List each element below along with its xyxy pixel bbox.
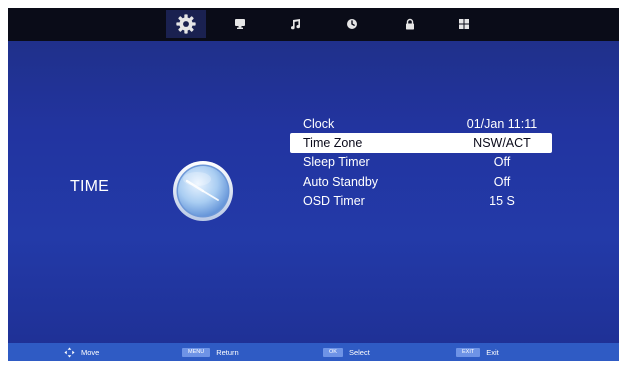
- music-note-icon: [291, 19, 301, 30]
- menu-item-label: OSD Timer: [303, 194, 365, 209]
- time-clock-icon: [173, 161, 233, 221]
- hint-move: Move: [64, 343, 99, 361]
- tab-apps[interactable]: [444, 10, 484, 38]
- hint-move-label: Move: [81, 347, 100, 357]
- tab-sound[interactable]: [275, 10, 315, 38]
- menu-item-value: NSW/ACT: [473, 136, 531, 151]
- hint-exit-label: Exit: [486, 347, 499, 357]
- tab-setup[interactable]: [166, 10, 206, 38]
- clock-icon: [347, 19, 357, 29]
- menu-item-value: 15 S: [489, 194, 515, 209]
- hint-exit: EXIT Exit: [456, 343, 499, 361]
- exit-key: EXIT: [456, 347, 481, 357]
- menu-item-label: Clock: [303, 116, 335, 131]
- hint-bar: Move MENU Return OK Select EXIT Exit: [8, 343, 619, 361]
- menu-item-label: Sleep Timer: [303, 155, 370, 170]
- tab-time[interactable]: [332, 10, 372, 38]
- menu-item-osd-timer[interactable]: OSD Timer 15 S: [290, 192, 552, 211]
- page-title: TIME: [70, 178, 110, 195]
- menu-item-auto-standby[interactable]: Auto Standby Off: [290, 172, 552, 191]
- hint-select: OK Select: [323, 343, 370, 361]
- tab-lock[interactable]: [390, 10, 430, 38]
- menu-item-clock[interactable]: Clock 01/Jan 11:11: [290, 114, 552, 133]
- monitor-icon: [235, 19, 245, 29]
- grid-icon: [459, 19, 469, 29]
- hint-return-label: Return: [216, 347, 239, 357]
- menu-item-label: Auto Standby: [303, 174, 379, 189]
- tab-picture[interactable]: [220, 10, 260, 38]
- ok-key: OK: [323, 347, 343, 357]
- hint-return: MENU Return: [182, 343, 239, 361]
- menu-key: MENU: [182, 347, 211, 357]
- tv-osd-screen: TIME Clock 01/Jan 11:11 Time Zone NSW/AC…: [8, 8, 619, 361]
- top-menu-bar: [8, 8, 619, 41]
- menu-item-sleep-timer[interactable]: Sleep Timer Off: [290, 153, 552, 172]
- dpad-arrows-icon: [64, 346, 75, 358]
- gear-icon: [176, 14, 196, 34]
- menu-item-time-zone[interactable]: Time Zone NSW/ACT: [290, 133, 552, 153]
- lock-icon: [406, 18, 414, 30]
- hint-select-label: Select: [348, 347, 370, 357]
- menu-item-value: 01/Jan 11:11: [466, 116, 538, 131]
- menu-item-value: Off: [493, 155, 511, 170]
- menu-item-value: Off: [493, 174, 511, 189]
- time-settings-menu: Clock 01/Jan 11:11 Time Zone NSW/ACT Sle…: [290, 114, 552, 211]
- menu-item-label: Time Zone: [303, 136, 363, 151]
